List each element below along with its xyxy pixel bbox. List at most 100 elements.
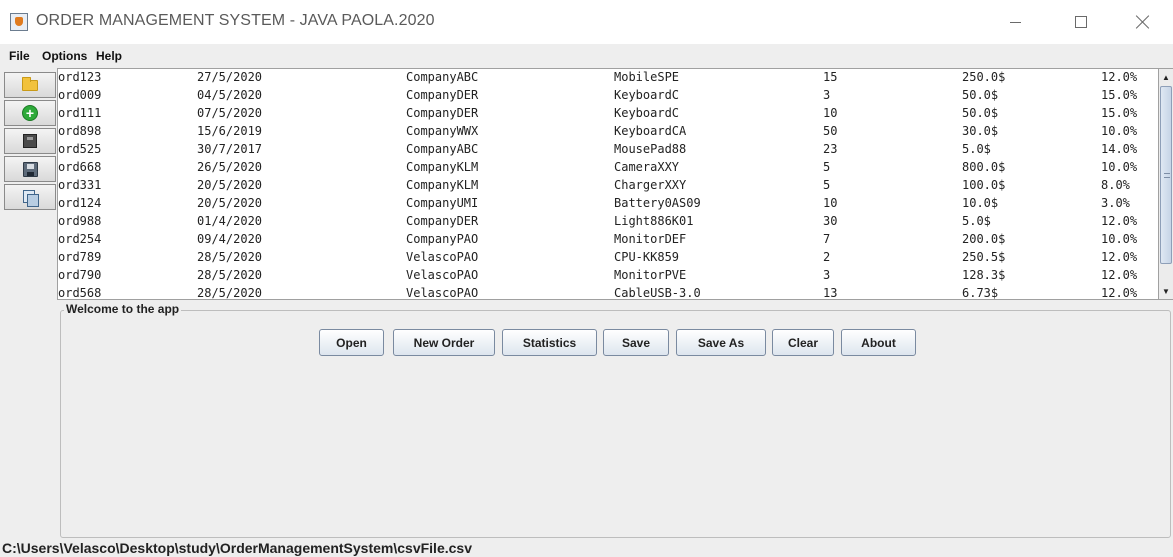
statistics-tool-button[interactable]: [4, 128, 56, 154]
table-cell: CompanyUMI: [406, 196, 479, 210]
scroll-thumb[interactable]: [1160, 86, 1172, 264]
table-cell: 10.0%: [1101, 124, 1138, 138]
clear-button[interactable]: Clear: [772, 329, 834, 356]
table-row[interactable]: ord254 09/4/2020 CompanyPAO MonitorDEF 7 200.…: [58, 231, 1158, 249]
table-cell: CompanyABC: [406, 142, 479, 156]
dark-save-icon: [23, 134, 37, 148]
table-cell: 30: [823, 214, 838, 228]
table-cell: 12.0%: [1101, 286, 1138, 300]
maximize-button[interactable]: [1058, 0, 1104, 44]
table-row[interactable]: ord124 20/5/2020 CompanyUMI Battery0AS09 10 1…: [58, 195, 1158, 213]
table-cell: 27/5/2020: [197, 70, 263, 84]
scroll-down-icon[interactable]: ▼: [1159, 283, 1173, 299]
menu-help[interactable]: Help: [96, 49, 122, 63]
table-cell: 12.0%: [1101, 70, 1138, 84]
save-disk-icon: [22, 161, 38, 177]
table-row[interactable]: ord568 28/5/2020 VelascoPAO CableUSB-3.0 13 6…: [58, 285, 1158, 300]
table-cell: ord525: [58, 142, 102, 156]
table-cell: 10.0%: [1101, 232, 1138, 246]
menu-file[interactable]: File: [9, 49, 30, 63]
table-cell: KeyboardC: [614, 88, 680, 102]
orders-table[interactable]: ord123 27/5/2020 CompanyABC MobileSPE 15 250.…: [57, 68, 1159, 300]
table-cell: ChargerXXY: [614, 178, 687, 192]
about-button[interactable]: About: [841, 329, 916, 356]
table-row[interactable]: ord789 28/5/2020 VelascoPAO CPU-KK859 2 250.5…: [58, 249, 1158, 267]
minimize-button[interactable]: [992, 0, 1038, 44]
table-cell: ord898: [58, 124, 102, 138]
table-row[interactable]: ord123 27/5/2020 CompanyABC MobileSPE 15 250.…: [58, 69, 1158, 87]
table-cell: VelascoPAO: [406, 250, 479, 264]
table-row[interactable]: ord009 04/5/2020 CompanyDER KeyboardC 3 50.0$…: [58, 87, 1158, 105]
table-cell: 20/5/2020: [197, 196, 263, 210]
open-tool-button[interactable]: [4, 72, 56, 98]
table-cell: 12.0%: [1101, 268, 1138, 282]
table-cell: ord123: [58, 70, 102, 84]
new-order-tool-button[interactable]: +: [4, 100, 56, 126]
table-scrollbar[interactable]: ▲ ▼: [1159, 68, 1173, 300]
table-cell: Light886K01: [614, 214, 694, 228]
table-cell: 200.0$: [962, 232, 1006, 246]
java-cup-icon: [10, 13, 28, 31]
open-button[interactable]: Open: [319, 329, 384, 356]
table-cell: 5.0$: [962, 142, 991, 156]
table-cell: 12.0%: [1101, 250, 1138, 264]
table-cell: 28/5/2020: [197, 286, 263, 300]
folder-icon: [22, 76, 38, 91]
save-as-tool-button[interactable]: [4, 184, 56, 210]
toolbar: +: [2, 68, 56, 548]
table-cell: 3.0%: [1101, 196, 1130, 210]
table-cell: 15.0%: [1101, 106, 1138, 120]
table-cell: CompanyDER: [406, 106, 479, 120]
table-cell: 23: [823, 142, 838, 156]
scroll-up-icon[interactable]: ▲: [1159, 69, 1173, 85]
table-cell: ord331: [58, 178, 102, 192]
table-cell: 28/5/2020: [197, 250, 263, 264]
minimize-icon: [1009, 21, 1021, 23]
table-row[interactable]: ord790 28/5/2020 VelascoPAO MonitorPVE 3 128.…: [58, 267, 1158, 285]
table-cell: MonitorDEF: [614, 232, 687, 246]
statistics-button[interactable]: Statistics: [502, 329, 597, 356]
save-tool-button[interactable]: [4, 156, 56, 182]
table-cell: CompanyWWX: [406, 124, 479, 138]
table-cell: 09/4/2020: [197, 232, 263, 246]
table-row[interactable]: ord988 01/4/2020 CompanyDER Light886K01 30 5.…: [58, 213, 1158, 231]
grip-icon: [1164, 173, 1170, 178]
menu-options[interactable]: Options: [42, 49, 87, 63]
table-cell: 30.0$: [962, 124, 999, 138]
table-cell: CompanyDER: [406, 88, 479, 102]
table-cell: 13: [823, 286, 838, 300]
table-row[interactable]: ord111 07/5/2020 CompanyDER KeyboardC 10 50.0…: [58, 105, 1158, 123]
table-cell: 10.0$: [962, 196, 999, 210]
table-cell: 28/5/2020: [197, 268, 263, 282]
table-cell: 50.0$: [962, 106, 999, 120]
table-cell: 14.0%: [1101, 142, 1138, 156]
table-row[interactable]: ord898 15/6/2019 CompanyWWX KeyboardCA 50 30.…: [58, 123, 1158, 141]
copy-icon: [22, 189, 39, 207]
close-button[interactable]: [1120, 0, 1166, 44]
menu-bar: File Options Help: [0, 44, 1173, 68]
table-cell: 50: [823, 124, 838, 138]
table-cell: MobileSPE: [614, 70, 680, 84]
table-cell: ord789: [58, 250, 102, 264]
table-cell: MousePad88: [614, 142, 687, 156]
new-order-button[interactable]: New Order: [393, 329, 495, 356]
table-cell: ord568: [58, 286, 102, 300]
table-cell: 01/4/2020: [197, 214, 263, 228]
table-cell: 10.0%: [1101, 160, 1138, 174]
table-cell: CompanyKLM: [406, 178, 479, 192]
table-row[interactable]: ord668 26/5/2020 CompanyKLM CameraXXY 5 800.0…: [58, 159, 1158, 177]
table-row[interactable]: ord525 30/7/2017 CompanyABC MousePad88 23 5.0…: [58, 141, 1158, 159]
table-cell: 250.0$: [962, 70, 1006, 84]
table-cell: CompanyPAO: [406, 232, 479, 246]
save-button[interactable]: Save: [603, 329, 669, 356]
table-cell: CompanyDER: [406, 214, 479, 228]
table-cell: CompanyKLM: [406, 160, 479, 174]
add-icon: +: [22, 105, 38, 121]
table-cell: VelascoPAO: [406, 268, 479, 282]
table-cell: 100.0$: [962, 178, 1006, 192]
table-cell: CameraXXY: [614, 160, 680, 174]
maximize-icon: [1075, 16, 1087, 28]
table-cell: CPU-KK859: [614, 250, 680, 264]
save-as-button[interactable]: Save As: [676, 329, 766, 356]
table-row[interactable]: ord331 20/5/2020 CompanyKLM ChargerXXY 5 100.…: [58, 177, 1158, 195]
